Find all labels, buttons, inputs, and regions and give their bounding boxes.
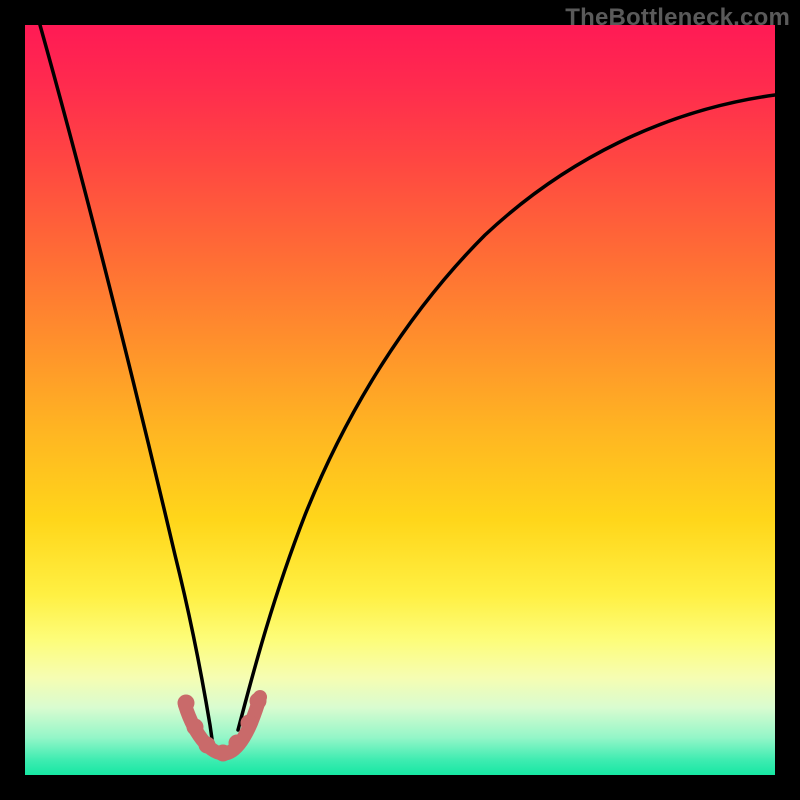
watermark-text: TheBottleneck.com — [565, 4, 790, 32]
marker-dot — [229, 735, 246, 752]
marker-dot — [199, 737, 216, 754]
marker-dot — [187, 719, 204, 736]
marker-dot — [178, 695, 195, 712]
bottleneck-curve-right — [238, 95, 775, 730]
bottleneck-curve-left — [40, 25, 212, 739]
marker-dot — [250, 693, 267, 710]
chart-frame: TheBottleneck.com — [0, 0, 800, 800]
marker-dot — [215, 745, 232, 762]
plot-area — [25, 25, 775, 775]
marker-dot — [241, 715, 258, 732]
chart-svg — [25, 25, 775, 775]
